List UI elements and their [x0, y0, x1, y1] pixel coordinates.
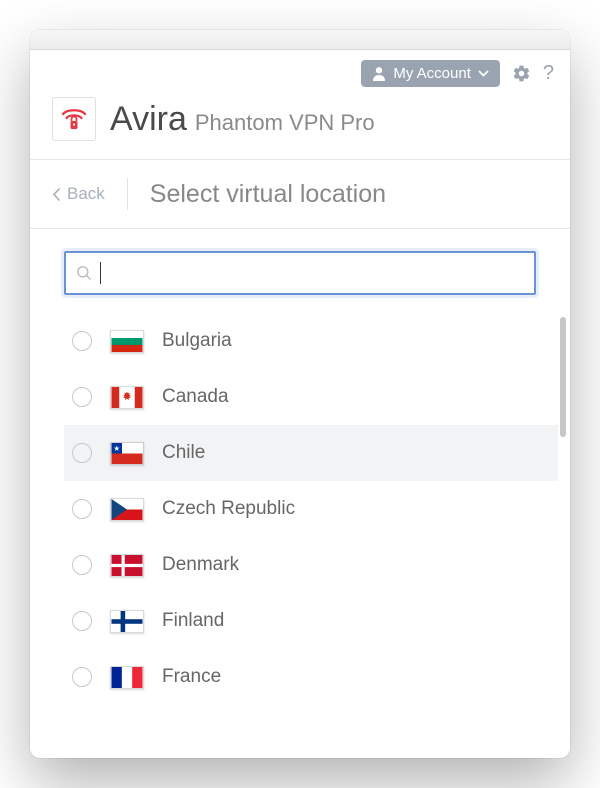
flag-icon — [110, 330, 144, 353]
avira-logo — [52, 97, 96, 141]
page-title: Select virtual location — [150, 180, 386, 209]
radio-button[interactable] — [72, 331, 92, 351]
radio-button[interactable] — [72, 387, 92, 407]
user-icon — [372, 66, 386, 81]
location-item[interactable]: Chile — [64, 425, 558, 481]
location-name: Chile — [162, 442, 205, 464]
location-name: Denmark — [162, 554, 239, 576]
brand-subtitle: Phantom VPN Pro — [195, 110, 375, 136]
location-item[interactable]: Finland — [64, 593, 558, 649]
location-list: Bulgaria Canada Chile Czech Republic Denmark… — [30, 313, 570, 705]
flag-icon — [110, 666, 144, 689]
brand-name: Avira — [110, 100, 187, 139]
top-toolbar: My Account ? — [30, 50, 570, 93]
chevron-down-icon — [478, 70, 489, 77]
divider — [127, 178, 128, 210]
my-account-button[interactable]: My Account — [361, 60, 500, 87]
gear-icon — [512, 64, 531, 83]
flag-icon — [110, 386, 144, 409]
search-container — [30, 229, 570, 305]
location-list-container: Bulgaria Canada Chile Czech Republic Denmark… — [30, 305, 570, 758]
flag-icon — [110, 442, 144, 465]
brand-header: Avira Phantom VPN Pro — [30, 93, 570, 160]
radio-button[interactable] — [72, 499, 92, 519]
location-item[interactable]: France — [64, 649, 558, 705]
search-input[interactable] — [109, 264, 524, 282]
flag-icon — [110, 610, 144, 633]
wifi-lock-icon — [59, 104, 89, 134]
flag-icon — [110, 554, 144, 577]
location-item[interactable]: Canada — [64, 369, 558, 425]
location-name: Canada — [162, 386, 229, 408]
back-label: Back — [67, 184, 105, 204]
location-item[interactable]: Denmark — [64, 537, 558, 593]
radio-button[interactable] — [72, 443, 92, 463]
radio-button[interactable] — [72, 667, 92, 687]
scrollbar[interactable] — [560, 317, 566, 746]
subheader: Back Select virtual location — [30, 160, 570, 229]
flag-icon — [110, 498, 144, 521]
location-name: Finland — [162, 610, 224, 632]
scrollbar-thumb[interactable] — [560, 317, 566, 437]
location-name: Bulgaria — [162, 330, 232, 352]
location-name: France — [162, 666, 221, 688]
window-titlebar — [30, 30, 570, 50]
chevron-left-icon — [52, 187, 61, 202]
app-window: My Account ? Avira Phantom VPN Pro Back — [30, 30, 570, 758]
location-item[interactable]: Czech Republic — [64, 481, 558, 537]
search-box[interactable] — [64, 251, 536, 295]
back-button[interactable]: Back — [52, 184, 105, 204]
radio-button[interactable] — [72, 611, 92, 631]
text-cursor — [100, 262, 101, 284]
my-account-label: My Account — [393, 65, 471, 82]
help-button[interactable]: ? — [543, 62, 554, 85]
search-icon — [76, 265, 92, 281]
brand-text: Avira Phantom VPN Pro — [110, 100, 375, 139]
location-item[interactable]: Bulgaria — [64, 313, 558, 369]
location-name: Czech Republic — [162, 498, 295, 520]
settings-button[interactable] — [512, 64, 531, 83]
radio-button[interactable] — [72, 555, 92, 575]
